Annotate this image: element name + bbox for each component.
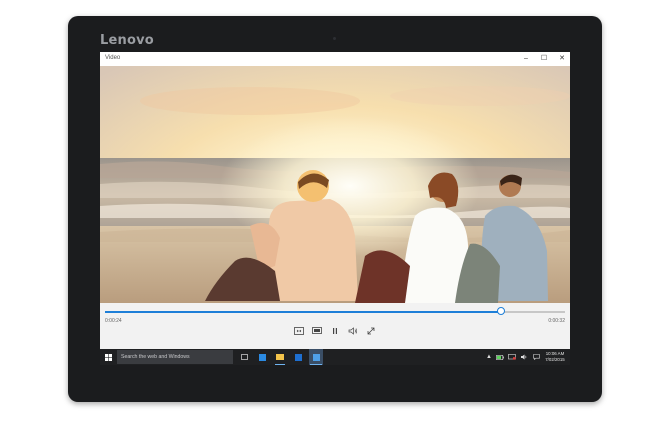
search-placeholder: Search the web and Windows bbox=[121, 354, 190, 360]
title-bar: Video – ☐ ✕ bbox=[100, 52, 570, 66]
volume-tray-icon[interactable] bbox=[519, 349, 529, 365]
close-button[interactable]: ✕ bbox=[554, 52, 570, 66]
pause-icon[interactable] bbox=[329, 325, 341, 337]
file-explorer-icon[interactable] bbox=[274, 349, 286, 365]
video-frame[interactable] bbox=[100, 66, 570, 303]
window-title: Video bbox=[105, 55, 121, 61]
movies-tv-icon-glyph bbox=[312, 353, 320, 361]
beach-sunset-scene bbox=[100, 66, 570, 303]
seek-thumb[interactable] bbox=[496, 307, 505, 315]
remaining-time: 0:00:32 bbox=[548, 318, 565, 324]
windows-logo-icon bbox=[104, 353, 112, 361]
fit-screen-icon[interactable] bbox=[293, 325, 305, 337]
edge-icon[interactable] bbox=[256, 349, 268, 365]
store-icon[interactable] bbox=[292, 349, 304, 365]
seek-bar[interactable] bbox=[105, 307, 565, 315]
network-icon[interactable] bbox=[507, 349, 517, 365]
taskbar: Search the web and Windows ▲ 10:06 AM 7/… bbox=[100, 349, 570, 365]
chevron-up-icon[interactable]: ▲ bbox=[485, 349, 493, 365]
volume-icon[interactable] bbox=[347, 325, 359, 337]
active-indicator bbox=[310, 364, 322, 365]
media-controls: 0:00:24 0:00:32 bbox=[100, 303, 570, 349]
fullscreen-icon[interactable] bbox=[365, 325, 377, 337]
edge-icon-glyph bbox=[258, 353, 266, 361]
minimize-button[interactable]: – bbox=[518, 52, 534, 66]
maximize-button[interactable]: ☐ bbox=[536, 52, 552, 66]
search-input[interactable]: Search the web and Windows bbox=[117, 350, 233, 364]
clock[interactable]: 10:06 AM 7/02/2015 bbox=[543, 351, 567, 363]
brand-logo: Lenovo bbox=[100, 33, 154, 48]
cast-icon[interactable] bbox=[311, 325, 323, 337]
running-indicator bbox=[275, 364, 285, 365]
movies-tv-icon[interactable] bbox=[309, 349, 323, 365]
front-camera bbox=[333, 37, 336, 40]
clock-date: 7/02/2015 bbox=[545, 357, 565, 362]
battery-icon[interactable] bbox=[495, 349, 505, 365]
start-button[interactable] bbox=[102, 349, 114, 365]
action-center-icon[interactable] bbox=[531, 349, 541, 365]
seek-progress bbox=[105, 311, 501, 313]
task-view-icon[interactable] bbox=[238, 349, 250, 365]
elapsed-time: 0:00:24 bbox=[105, 318, 122, 324]
store-icon-glyph bbox=[294, 353, 302, 361]
folder-icon bbox=[276, 354, 284, 360]
screen: Video – ☐ ✕ 0:00:24 0:00:32 Search the w… bbox=[100, 52, 570, 365]
